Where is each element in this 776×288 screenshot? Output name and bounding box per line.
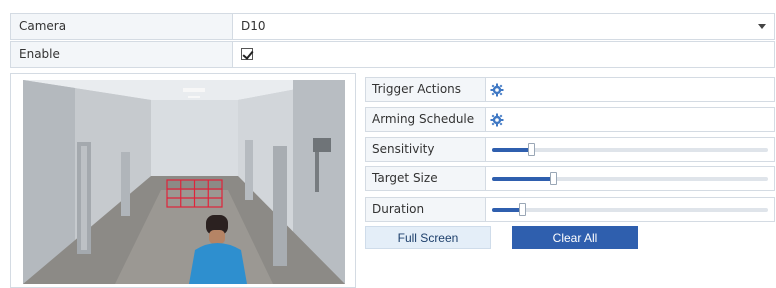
clear-all-button[interactable]: Clear All xyxy=(512,226,638,249)
target-size-slider-fill xyxy=(492,177,553,181)
camera-select-row[interactable]: Camera D10 xyxy=(10,13,775,40)
gear-icon[interactable] xyxy=(490,113,504,127)
sensitivity-row: Sensitivity xyxy=(365,137,775,162)
camera-value: D10 xyxy=(241,19,266,33)
enable-checkbox[interactable] xyxy=(241,48,253,60)
target-size-slider-handle[interactable] xyxy=(549,172,557,185)
sensitivity-label: Sensitivity xyxy=(366,138,486,161)
sensitivity-slider[interactable] xyxy=(492,143,768,156)
target-size-slider[interactable] xyxy=(492,172,768,185)
sensitivity-slider-fill xyxy=(492,148,531,152)
duration-label: Duration xyxy=(366,198,486,221)
duration-slider-fill xyxy=(492,208,523,212)
enable-label: Enable xyxy=(11,42,233,67)
enable-row: Enable xyxy=(10,41,775,68)
target-size-label: Target Size xyxy=(366,167,486,190)
video-preview-panel xyxy=(10,73,356,288)
target-size-row: Target Size xyxy=(365,166,775,191)
arming-schedule-row: Arming Schedule xyxy=(365,107,775,132)
chevron-down-icon[interactable] xyxy=(758,24,766,29)
gear-icon[interactable] xyxy=(490,83,504,97)
duration-row: Duration xyxy=(365,197,775,222)
trigger-actions-label: Trigger Actions xyxy=(366,78,486,101)
camera-label: Camera xyxy=(11,14,233,39)
full-screen-button[interactable]: Full Screen xyxy=(365,226,491,249)
camera-preview-image[interactable] xyxy=(23,80,345,284)
sensitivity-slider-handle[interactable] xyxy=(527,143,535,156)
camera-select[interactable]: D10 xyxy=(233,14,774,39)
duration-slider[interactable] xyxy=(492,203,768,216)
corridor-scene xyxy=(23,80,345,284)
duration-slider-handle[interactable] xyxy=(519,203,527,216)
trigger-actions-row: Trigger Actions xyxy=(365,77,775,102)
arming-schedule-label: Arming Schedule xyxy=(366,108,486,131)
